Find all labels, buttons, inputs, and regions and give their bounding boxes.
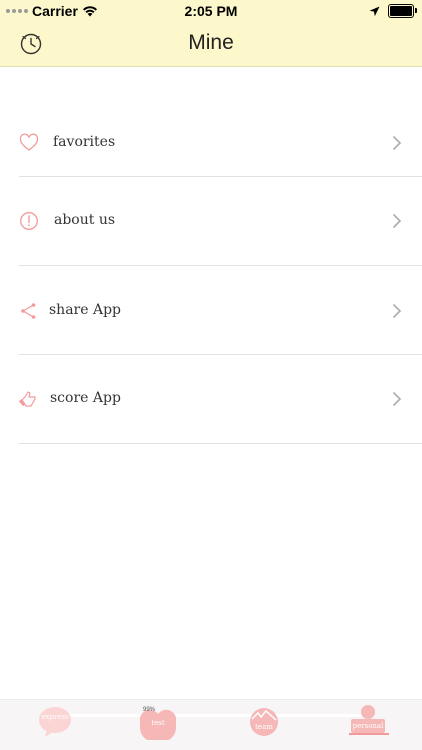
thumbs-up-icon xyxy=(19,391,36,407)
location-arrow-icon xyxy=(369,6,380,16)
chevron-right-icon xyxy=(393,304,401,318)
nav-bar: Mine xyxy=(0,22,422,67)
menu-item-share-app[interactable]: share App xyxy=(19,266,422,355)
status-time: 2:05 PM xyxy=(184,3,238,19)
express-tab-icon xyxy=(39,707,71,737)
heart-icon xyxy=(19,133,39,151)
status-bar: Carrier 2:05 PM xyxy=(0,0,422,22)
share-icon xyxy=(21,303,36,319)
tab-test[interactable]: 99% test xyxy=(133,704,183,744)
page-title: Mine xyxy=(188,31,234,54)
tab-team[interactable]: team xyxy=(239,704,289,744)
tab-track xyxy=(58,714,362,717)
battery-icon xyxy=(388,4,417,18)
tab-label: express xyxy=(41,713,69,721)
tab-label: personal xyxy=(352,722,384,730)
tab-label: team xyxy=(255,723,273,731)
menu-item-score-app[interactable]: score App xyxy=(19,355,422,444)
menu-item-label: about us xyxy=(54,212,116,228)
info-circle-icon xyxy=(20,212,38,230)
status-right xyxy=(369,4,417,18)
menu-item-label: share App xyxy=(49,302,122,318)
tab-personal[interactable]: personal xyxy=(343,704,393,744)
menu-item-about-us[interactable]: about us xyxy=(19,177,422,266)
test-badge: 99% xyxy=(143,707,156,713)
tab-label: test xyxy=(151,719,165,727)
menu-item-label: favorites xyxy=(53,134,116,150)
tab-express[interactable]: express xyxy=(30,704,80,744)
menu-item-label: score App xyxy=(50,390,121,406)
tab-selected-indicator xyxy=(349,733,389,735)
tab-bar: express 99% test team personal xyxy=(0,699,422,750)
chevron-right-icon xyxy=(393,214,401,228)
chevron-right-icon xyxy=(393,392,401,406)
mine-screen: Carrier 2:05 PM Mine favorites about us … xyxy=(0,0,422,750)
menu-item-favorites[interactable]: favorites xyxy=(19,88,422,177)
chevron-right-icon xyxy=(393,136,401,150)
